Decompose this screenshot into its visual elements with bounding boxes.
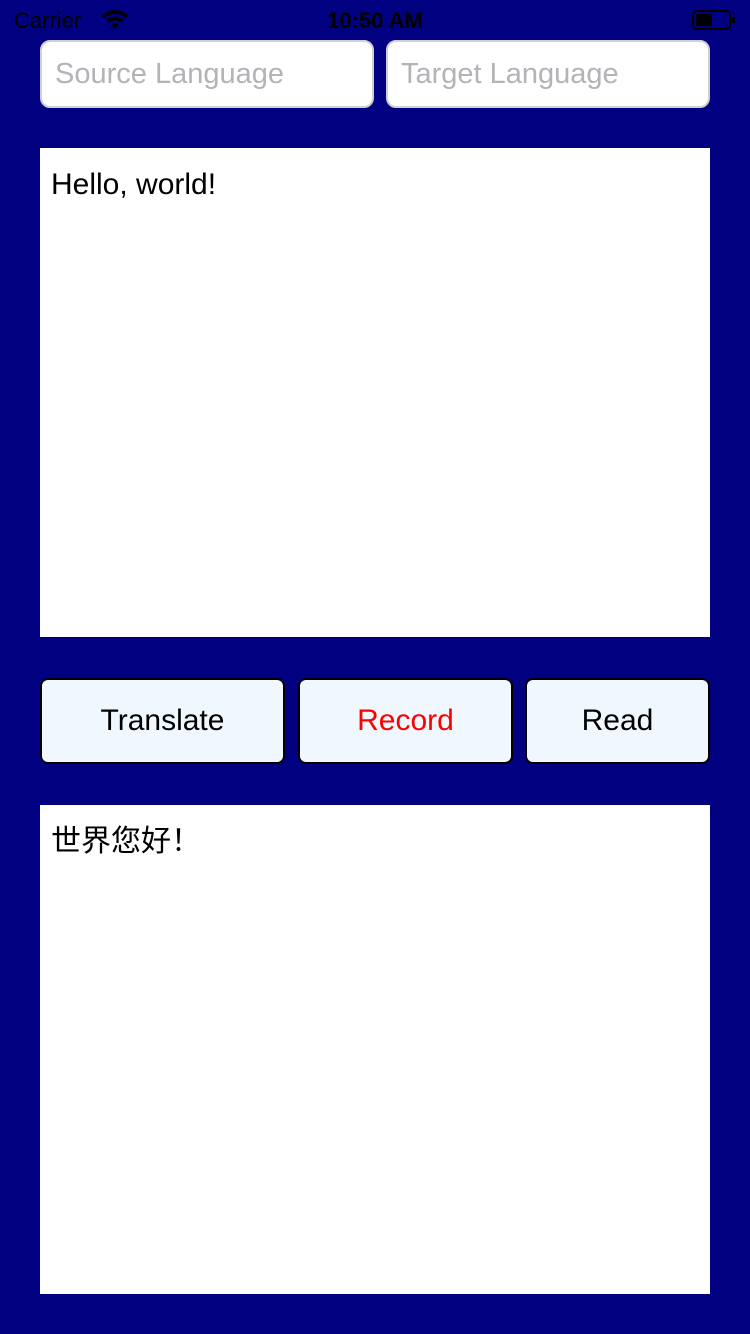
battery-icon — [692, 10, 735, 30]
read-button[interactable]: Read — [525, 678, 710, 764]
status-bar: Carrier 10:50 AM — [0, 0, 750, 40]
status-time: 10:50 AM — [327, 8, 423, 33]
translated-text-area[interactable]: 世界您好！ — [40, 805, 710, 1294]
target-language-input[interactable] — [386, 40, 710, 108]
source-language-input[interactable] — [40, 40, 374, 108]
translate-button[interactable]: Translate — [40, 678, 285, 764]
source-text-area[interactable]: Hello, world! — [40, 148, 710, 637]
record-button[interactable]: Record — [298, 678, 513, 764]
